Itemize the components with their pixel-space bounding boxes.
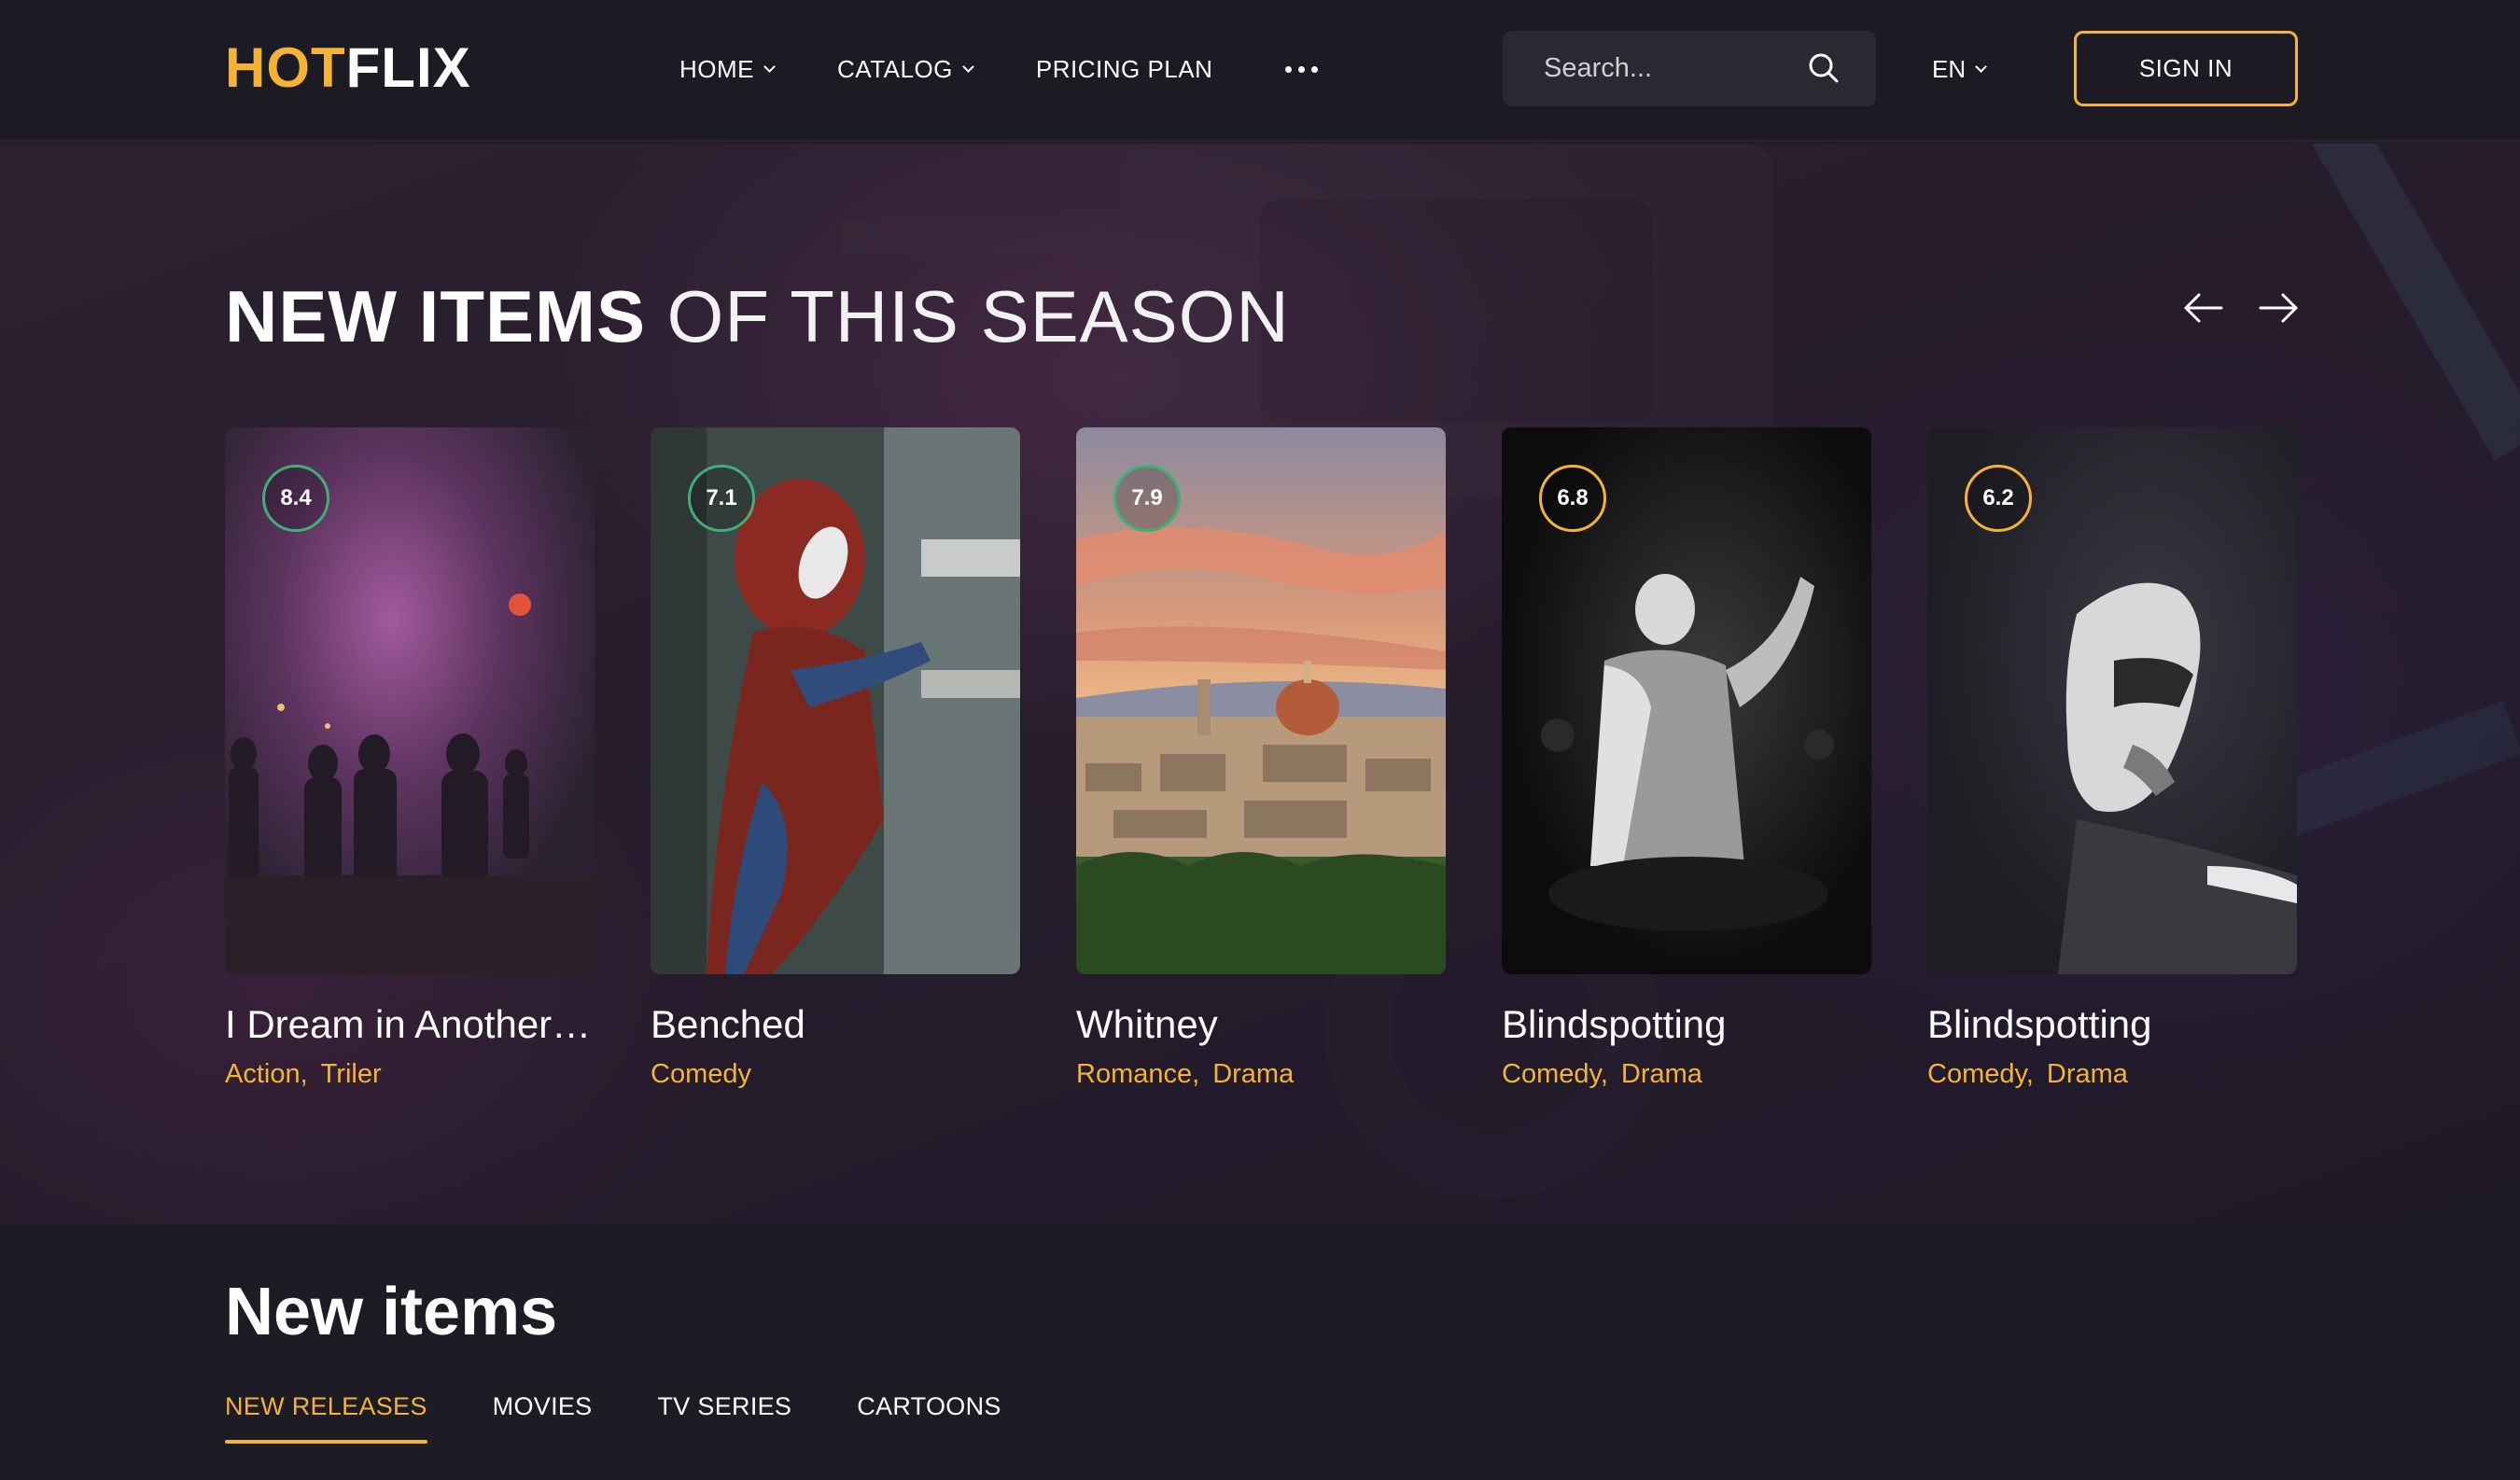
genre-link[interactable]: Action [225, 1059, 301, 1089]
new-items-section: New items NEW RELEASES MOVIES TV SERIES … [0, 1224, 2520, 1480]
movie-title[interactable]: Benched [651, 1000, 1020, 1049]
genre-separator: , [300, 1059, 308, 1089]
movie-card: 7.9 Whitney Romance, Drama [1076, 427, 1446, 1092]
genre-separator: , [2025, 1059, 2034, 1089]
movie-card: 7.1 Benched Comedy [651, 427, 1020, 1092]
nav-home[interactable]: HOME [679, 54, 776, 84]
movie-cover[interactable]: 7.9 [1076, 427, 1446, 974]
arrow-right-icon[interactable] [2255, 284, 2303, 332]
hero-title-light: OF THIS SEASON [666, 275, 1290, 357]
tab-new-releases[interactable]: NEW RELEASES [225, 1392, 427, 1444]
rating-badge: 6.8 [1539, 465, 1606, 532]
arrow-left-icon[interactable] [2178, 284, 2227, 332]
genre-link[interactable]: Drama [1212, 1059, 1294, 1089]
site-header: HOTFLIX HOME CATALOG PRICING PLAN EN SIG… [0, 0, 2520, 142]
movie-card: 8.4 I Dream in Another Language Action, T… [225, 427, 595, 1092]
genre-link[interactable]: Comedy [1927, 1059, 2026, 1089]
movie-genres: Romance, Drama [1076, 1056, 1446, 1092]
movie-title[interactable]: I Dream in Another Language [225, 1000, 595, 1049]
nav-pricing-plan[interactable]: PRICING PLAN [1036, 55, 1213, 84]
movie-cover[interactable]: 7.1 [651, 427, 1020, 974]
nav-catalog-label: CATALOG [837, 54, 953, 83]
genre-separator: , [1192, 1059, 1200, 1089]
hero-section: NEW ITEMS OF THIS SEASON 8.4 I Dream in … [0, 144, 2520, 1224]
chevron-down-icon [763, 60, 776, 73]
sign-in-button[interactable]: SIGN IN [2074, 31, 2298, 106]
logo[interactable]: HOTFLIX [225, 35, 471, 101]
movie-card: 6.8 Blindspotting Comedy, Drama [1502, 427, 1871, 1092]
search-icon[interactable] [1805, 49, 1842, 87]
language-label: EN [1932, 54, 1967, 83]
nav-catalog[interactable]: CATALOG [837, 54, 974, 84]
movie-title[interactable]: Blindspotting [1927, 1000, 2297, 1049]
movie-cover[interactable]: 6.2 [1927, 427, 2297, 974]
genre-separator: , [1600, 1059, 1608, 1089]
more-dot [1298, 65, 1306, 73]
more-dots-icon[interactable] [1285, 61, 1319, 78]
movie-card: 6.2 Blindspotting Comedy, Drama [1927, 427, 2297, 1092]
movie-genres: Comedy, Drama [1502, 1056, 1871, 1092]
hero-title-strong: NEW ITEMS [225, 275, 646, 357]
movie-title[interactable]: Blindspotting [1502, 1000, 1871, 1049]
genre-link[interactable]: Drama [2047, 1059, 2128, 1089]
genre-link[interactable]: Romance [1076, 1059, 1192, 1089]
movie-title[interactable]: Whitney [1076, 1000, 1446, 1049]
hero-title: NEW ITEMS OF THIS SEASON [225, 274, 1290, 358]
nav-pricing-label: PRICING PLAN [1035, 54, 1213, 83]
rating-badge: 7.1 [688, 465, 755, 532]
main-nav: HOME CATALOG PRICING PLAN [679, 49, 1319, 90]
more-dot [1311, 65, 1319, 73]
search-box [1503, 31, 1876, 106]
rating-badge: 8.4 [262, 465, 329, 532]
movie-cover[interactable]: 6.8 [1502, 427, 1871, 974]
movie-genres: Comedy, Drama [1927, 1056, 2297, 1092]
chevron-down-icon [1975, 60, 1987, 73]
tab-movies[interactable]: MOVIES [493, 1392, 593, 1444]
chevron-down-icon [962, 60, 974, 73]
rating-badge: 7.9 [1113, 465, 1181, 532]
section-title: New items [225, 1275, 558, 1349]
content-tabs: NEW RELEASES MOVIES TV SERIES CARTOONS [225, 1392, 1067, 1444]
more-dot [1285, 65, 1293, 73]
movie-genres: Action, Triler [225, 1056, 595, 1092]
tab-tv-series[interactable]: TV SERIES [658, 1392, 792, 1444]
tab-cartoons[interactable]: CARTOONS [857, 1392, 1001, 1444]
genre-link[interactable]: Triler [321, 1059, 382, 1089]
movie-genres: Comedy [651, 1056, 1020, 1092]
rating-badge: 6.2 [1965, 465, 2032, 532]
movie-cover[interactable]: 8.4 [225, 427, 595, 974]
nav-home-label: HOME [679, 54, 754, 83]
search-input[interactable] [1503, 31, 1801, 106]
logo-hot: HOT [225, 36, 346, 99]
genre-link[interactable]: Comedy [1502, 1059, 1601, 1089]
genre-link[interactable]: Comedy [651, 1059, 751, 1089]
genre-link[interactable]: Drama [1621, 1059, 1702, 1089]
logo-flix: FLIX [345, 36, 471, 99]
language-selector[interactable]: EN [1932, 49, 1987, 90]
